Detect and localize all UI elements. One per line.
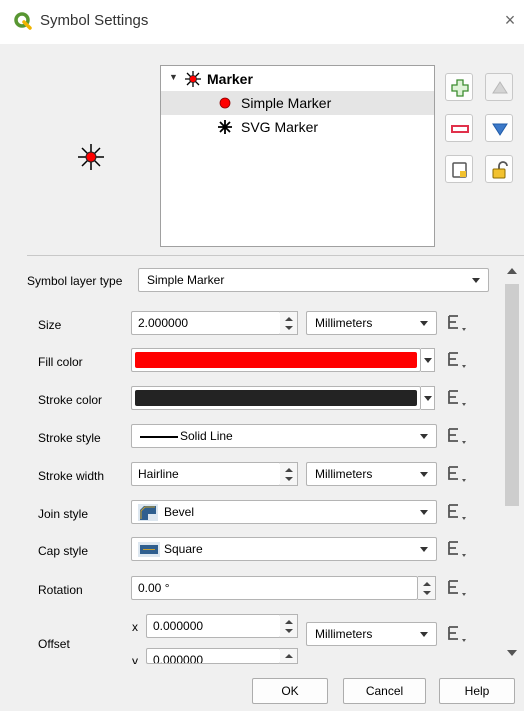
lock-icon (492, 161, 508, 179)
size-unit-select[interactable]: Millimeters (306, 311, 437, 335)
cap-style-label: Cap style (38, 544, 89, 558)
marker-star-icon (185, 71, 201, 87)
size-input[interactable]: 2.000000 (131, 311, 281, 335)
offset-x-input[interactable]: 0.000000 (146, 614, 281, 638)
rotation-label: Rotation (38, 583, 83, 597)
data-defined-override-icon[interactable] (446, 388, 470, 408)
symbol-layer-tree[interactable]: ▼ Marker Simple Marker SVG Marker (160, 65, 435, 247)
chevron-down-icon (424, 358, 432, 363)
remove-layer-button[interactable] (445, 114, 473, 142)
data-defined-override-icon[interactable] (446, 313, 470, 333)
solid-line-icon (140, 436, 178, 438)
chevron-down-icon (420, 510, 428, 515)
stroke-style-label: Stroke style (38, 431, 101, 445)
data-defined-override-icon[interactable] (446, 502, 470, 522)
cap-style-value: Square (164, 542, 203, 556)
offset-x-stepper[interactable] (280, 614, 298, 638)
offset-unit-select[interactable]: Millimeters (306, 622, 437, 646)
stroke-width-label: Stroke width (38, 469, 105, 483)
data-defined-override-icon[interactable] (446, 464, 470, 484)
data-defined-override-icon[interactable] (446, 539, 470, 559)
chevron-down-icon (420, 472, 428, 477)
size-unit-value: Millimeters (315, 316, 373, 330)
stroke-color-swatch (135, 390, 417, 406)
qgis-icon (14, 12, 32, 30)
chevron-down-icon (420, 321, 428, 326)
move-up-button[interactable] (485, 73, 513, 101)
rotation-stepper[interactable] (418, 576, 436, 600)
size-stepper[interactable] (280, 311, 298, 335)
close-icon[interactable]: × (500, 10, 520, 31)
red-dot-icon (219, 97, 231, 109)
stroke-color-label: Stroke color (38, 393, 103, 407)
chevron-down-icon[interactable]: ▼ (169, 72, 178, 82)
size-label: Size (38, 318, 62, 332)
data-defined-override-icon[interactable] (446, 350, 470, 370)
stroke-color-dropdown[interactable] (421, 386, 435, 410)
scrollbar-thumb[interactable] (505, 284, 519, 506)
offset-y-stepper[interactable] (280, 648, 298, 664)
join-style-value: Bevel (164, 505, 195, 519)
symbol-layer-type-select[interactable]: Simple Marker (138, 268, 489, 292)
tree-item-label: SVG Marker (241, 119, 319, 135)
move-down-icon (492, 123, 508, 136)
ok-button[interactable]: OK (252, 678, 328, 704)
chevron-down-icon (420, 434, 428, 439)
duplicate-layer-icon (452, 162, 467, 178)
properties-scrollbar[interactable] (502, 262, 522, 662)
stroke-style-select[interactable]: Solid Line (131, 424, 437, 448)
tree-item-label: Marker (207, 71, 253, 87)
offset-x-label: x (132, 620, 138, 634)
scroll-down-icon[interactable] (507, 650, 517, 656)
tree-item-simple-marker[interactable]: Simple Marker (161, 91, 434, 115)
tree-item-label: Simple Marker (241, 95, 332, 111)
tree-item-marker[interactable]: ▼ Marker (161, 67, 434, 91)
fill-color-dropdown[interactable] (421, 348, 435, 372)
add-layer-icon (451, 79, 469, 97)
offset-label: Offset (38, 637, 70, 651)
dialog-button-bar: OK Cancel Help (0, 664, 524, 711)
data-defined-override-icon[interactable] (446, 426, 470, 446)
square-cap-icon (138, 542, 160, 557)
remove-layer-icon (451, 125, 469, 133)
fill-color-label: Fill color (38, 355, 83, 369)
rotation-input[interactable]: 0.00 ° (131, 576, 418, 600)
join-style-label: Join style (38, 507, 89, 521)
chevron-down-icon (420, 632, 428, 637)
stroke-color-button[interactable] (131, 386, 421, 410)
join-style-select[interactable]: Bevel (131, 500, 437, 524)
bevel-join-icon (138, 504, 158, 521)
fill-color-swatch (135, 352, 417, 368)
lock-button[interactable] (485, 155, 513, 183)
fill-color-button[interactable] (131, 348, 421, 372)
move-down-button[interactable] (485, 114, 513, 142)
chevron-down-icon (472, 278, 480, 283)
divider (27, 255, 524, 256)
window-title: Symbol Settings (40, 12, 149, 29)
tree-item-svg-marker[interactable]: SVG Marker (161, 115, 434, 139)
stroke-width-unit-value: Millimeters (315, 467, 373, 481)
move-up-icon (492, 81, 508, 94)
stroke-style-value: Solid Line (180, 429, 233, 443)
chevron-down-icon (424, 396, 432, 401)
scroll-up-icon[interactable] (507, 268, 517, 274)
offset-y-input[interactable]: 0.000000 (146, 648, 281, 664)
help-button[interactable]: Help (439, 678, 515, 704)
chevron-down-icon (420, 547, 428, 552)
data-defined-override-icon[interactable] (446, 624, 470, 644)
stroke-width-unit-select[interactable]: Millimeters (306, 462, 437, 486)
stroke-width-input[interactable]: Hairline (131, 462, 281, 486)
symbol-layer-type-label: Symbol layer type (27, 274, 123, 288)
symbol-preview-icon (78, 144, 104, 170)
stroke-width-stepper[interactable] (280, 462, 298, 486)
title-bar: Symbol Settings × (0, 0, 524, 44)
cancel-button[interactable]: Cancel (343, 678, 426, 704)
svg-star-icon (218, 120, 232, 134)
offset-unit-value: Millimeters (315, 627, 373, 641)
add-layer-button[interactable] (445, 73, 473, 101)
duplicate-layer-button[interactable] (445, 155, 473, 183)
data-defined-override-icon[interactable] (446, 578, 470, 598)
cap-style-select[interactable]: Square (131, 537, 437, 561)
symbol-layer-type-value: Simple Marker (147, 273, 225, 287)
